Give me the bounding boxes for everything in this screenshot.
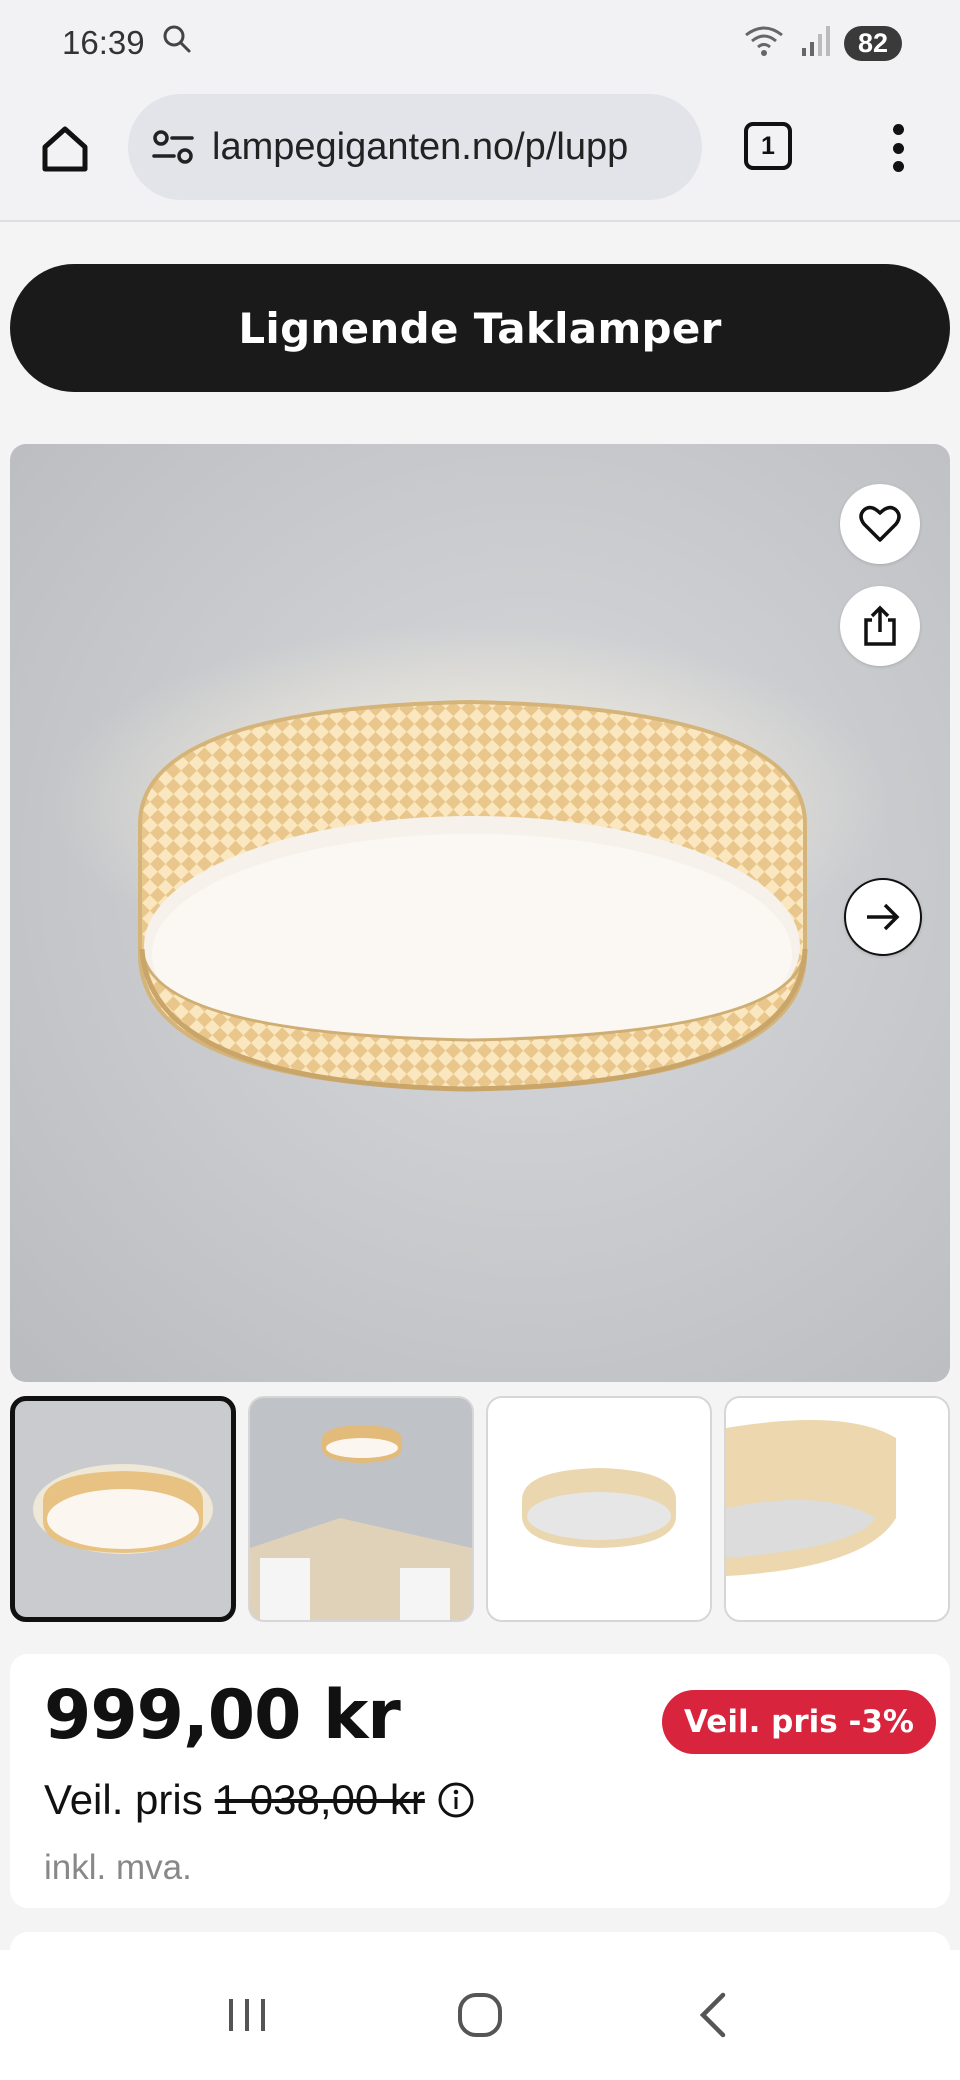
thumbnail-strip bbox=[10, 1396, 950, 1622]
ceiling-lamp-illustration bbox=[50, 624, 890, 1092]
product-image[interactable] bbox=[10, 444, 950, 1382]
heart-icon bbox=[859, 505, 901, 542]
thumbnail-4[interactable] bbox=[724, 1396, 950, 1622]
discount-badge: Veil. pris -3% bbox=[662, 1690, 936, 1754]
thumbnail-3[interactable] bbox=[486, 1396, 712, 1622]
wifi-icon bbox=[742, 23, 786, 64]
reference-price-line: Veil. pris 1 038,00 kr bbox=[44, 1776, 475, 1824]
status-time: 16:39 bbox=[62, 24, 145, 61]
recent-apps-button[interactable] bbox=[207, 1975, 287, 2055]
page-content: Lignende Taklamper 999,00 kr Veil. pris … bbox=[0, 224, 960, 1962]
site-settings-icon bbox=[152, 130, 194, 164]
screen: 16:39 82 lampegiganten.no/p/lupp 1 Ligne… bbox=[0, 0, 960, 2080]
favorite-button[interactable] bbox=[840, 484, 920, 564]
status-bar: 16:39 82 bbox=[0, 0, 960, 86]
tabs-button[interactable]: 1 bbox=[744, 122, 792, 170]
price: 999,00 kr bbox=[44, 1676, 401, 1755]
address-bar[interactable]: lampegiganten.no/p/lupp bbox=[128, 94, 702, 200]
home-nav-button[interactable] bbox=[440, 1975, 520, 2055]
system-nav-bar bbox=[0, 1950, 960, 2080]
signal-icon bbox=[800, 24, 830, 63]
search-icon bbox=[161, 23, 193, 63]
thumbnail-2[interactable] bbox=[248, 1396, 474, 1622]
next-image-button[interactable] bbox=[844, 878, 922, 956]
share-icon bbox=[864, 605, 896, 646]
back-icon bbox=[700, 1992, 726, 2038]
vat-note: inkl. mva. bbox=[44, 1848, 192, 1887]
info-icon[interactable] bbox=[437, 1781, 475, 1819]
url-text: lampegiganten.no/p/lupp bbox=[212, 125, 629, 168]
share-button[interactable] bbox=[840, 586, 920, 666]
home-circle-icon bbox=[457, 1993, 502, 2037]
similar-ceiling-lamps-button[interactable]: Lignende Taklamper bbox=[10, 264, 950, 392]
more-menu-icon[interactable] bbox=[878, 116, 918, 180]
thumbnail-1[interactable] bbox=[10, 1396, 236, 1622]
home-icon bbox=[42, 126, 88, 172]
arrow-right-icon bbox=[867, 903, 900, 931]
recent-apps-icon bbox=[228, 1999, 265, 2031]
reference-price-label: Veil. pris bbox=[44, 1776, 203, 1823]
back-button[interactable] bbox=[673, 1975, 753, 2055]
home-button[interactable] bbox=[34, 118, 96, 180]
browser-toolbar: lampegiganten.no/p/lupp 1 bbox=[0, 86, 960, 222]
battery-indicator: 82 bbox=[844, 25, 902, 61]
price-card: 999,00 kr Veil. pris -3% Veil. pris 1 03… bbox=[10, 1654, 950, 1908]
reference-price-old: 1 038,00 kr bbox=[214, 1776, 425, 1823]
